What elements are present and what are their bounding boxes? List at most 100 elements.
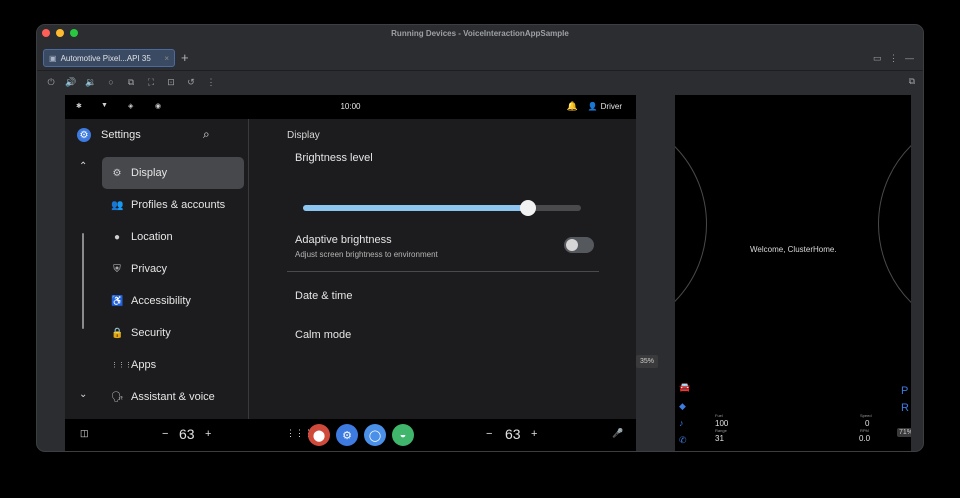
window-title: Running Devices - VoiceInteractionAppSam…: [391, 29, 569, 38]
rotate-icon[interactable]: ↺: [185, 77, 197, 88]
tab-bar: ▣ Automotive Pixel...API 35 × + ▭ ⋮ —: [37, 45, 923, 71]
nav-item-label: Profiles & accounts: [131, 199, 226, 211]
device-icon: ▣: [49, 53, 57, 63]
settings-title: Settings: [101, 129, 141, 141]
rpm-value: 0.0: [859, 434, 871, 443]
screen-zoom-badge: 35%: [636, 355, 658, 368]
shield-user-icon: ⛨: [113, 263, 121, 275]
adaptive-brightness-label: Adaptive brightness: [295, 234, 392, 246]
chevron-down-icon[interactable]: ⌄: [79, 389, 87, 400]
capture-icon[interactable]: ⊡: [165, 77, 177, 88]
device-tab[interactable]: ▣ Automotive Pixel...API 35 ×: [43, 49, 175, 67]
home-icon[interactable]: ○: [105, 77, 117, 87]
user-name: Driver: [600, 102, 622, 111]
split-screen-icon[interactable]: ◫: [80, 428, 89, 439]
left-temp-minus[interactable]: −: [162, 428, 168, 440]
device-screen: ✱ ▼ ◈ ◉ 10:00 🔔 👤 Driver ⚙ Settings ⌕ ⌃ …: [65, 95, 636, 451]
volume-up-icon[interactable]: 🔊: [65, 77, 77, 88]
maps-app-icon[interactable]: ⬤: [308, 424, 330, 446]
date-time-item[interactable]: Date & time: [295, 290, 352, 302]
microphone-icon[interactable]: 🎤: [612, 428, 623, 439]
accessibility-icon: ♿: [111, 295, 124, 307]
volume-down-icon[interactable]: 🔉: [85, 77, 97, 88]
cluster-battery-badge: 71%: [897, 428, 911, 437]
page-title: Display: [287, 130, 320, 141]
people-icon: 👥: [111, 199, 124, 211]
nav-item-label: Assistant & voice: [131, 391, 215, 403]
user-icon: 👤: [587, 102, 598, 111]
settings-app-shortcut-icon[interactable]: ⚙: [336, 424, 358, 446]
brightness-slider-fill: [303, 205, 529, 211]
status-bar: ✱ ▼ ◈ ◉ 10:00 🔔 👤 Driver: [65, 95, 636, 119]
title-bar: Running Devices - VoiceInteractionAppSam…: [37, 25, 923, 43]
device-toolbar: ⏻ 🔊 🔉 ○ ⧉ ⛶ ⊡ ↺ ⋮: [37, 73, 923, 91]
nav-item-privacy[interactable]: ⛨ Privacy: [102, 253, 244, 285]
nav-item-label: Apps: [131, 359, 157, 371]
right-temp-plus[interactable]: +: [531, 428, 537, 440]
adaptive-brightness-toggle[interactable]: [564, 237, 594, 253]
speed-label: Speed: [860, 413, 872, 418]
nav-item-location[interactable]: ● Location: [102, 221, 244, 253]
fuel-label: Fuel: [715, 413, 723, 418]
sidebar-scrollbar[interactable]: [82, 233, 84, 329]
apps-grid-icon: ⋮⋮⋮: [111, 362, 132, 369]
settings-nav: ⚙ Display 👥 Profiles & accounts ● Locati…: [102, 157, 244, 413]
new-tab-button[interactable]: +: [181, 50, 189, 65]
clock: 10:00: [340, 102, 361, 111]
cluster-display: Welcome, ClusterHome. 🚘 ◆ ♪ ✆ Fuel 100 R…: [675, 95, 911, 451]
browser-app-icon[interactable]: ◯: [364, 424, 386, 446]
nav-item-display[interactable]: ⚙ Display: [102, 157, 244, 189]
toggle-knob: [566, 239, 578, 251]
location-pin-icon: ●: [113, 231, 121, 243]
speed-value: 0: [865, 419, 870, 428]
android-app-icon[interactable]: ◒: [392, 424, 414, 446]
screenshot-icon[interactable]: ⛶: [145, 77, 157, 88]
nav-item-label: Security: [131, 327, 171, 339]
notification-bell-icon[interactable]: 🔔: [567, 101, 578, 112]
nav-item-label: Location: [131, 231, 173, 243]
left-temp-plus[interactable]: +: [205, 428, 211, 440]
close-tab-icon[interactable]: ×: [164, 54, 169, 63]
expand-icon[interactable]: ⧉: [909, 76, 915, 87]
nav-item-label: Privacy: [131, 263, 168, 275]
car-icon: 🚘: [679, 382, 691, 392]
fuel-value: 100: [715, 419, 729, 428]
calm-mode-item[interactable]: Calm mode: [295, 329, 351, 341]
gear-icon: ⚙: [112, 167, 122, 179]
range-value: 31: [715, 434, 724, 443]
user-switcher[interactable]: 👤 Driver: [588, 102, 622, 111]
phone-icon: ✆: [679, 435, 687, 445]
gear-reverse: R: [901, 402, 909, 414]
nav-item-apps[interactable]: ⋮⋮⋮ Apps: [102, 349, 244, 381]
left-temperature: 63: [179, 426, 195, 442]
chevron-up-icon[interactable]: ⌃: [79, 161, 87, 172]
car-nav-bar: ◫ − 63 + ⋮⋮⋮ ⬤ ⚙ ◯ ◒ − 63 + 🎤: [65, 419, 636, 451]
toolbar-more-icon[interactable]: ⋮: [205, 77, 217, 88]
navigation-icon: ◆: [679, 401, 686, 411]
brightness-slider[interactable]: [303, 200, 581, 216]
cluster-welcome-text: Welcome, ClusterHome.: [750, 245, 837, 254]
nav-item-security[interactable]: 🔒 Security: [102, 317, 244, 349]
brightness-slider-thumb[interactable]: [520, 200, 537, 216]
display-settings-panel: Display Brightness level Adaptive bright…: [250, 119, 636, 419]
overview-icon[interactable]: ⧉: [125, 77, 137, 88]
range-label: Range: [715, 428, 727, 433]
right-temp-minus[interactable]: −: [486, 428, 492, 440]
right-temperature: 63: [505, 426, 521, 442]
gear-park: P: [901, 385, 909, 397]
settings-sidebar: ⚙ Settings ⌕ ⌃ ⌄ ⚙ Display 👥 Profiles & …: [65, 119, 249, 419]
search-icon[interactable]: ⌕: [203, 127, 210, 142]
layout-icon[interactable]: ▭: [873, 53, 882, 64]
device-tab-label: Automotive Pixel...API 35: [60, 53, 151, 63]
more-options-icon[interactable]: ⋮: [889, 53, 898, 64]
power-icon[interactable]: ⏻: [45, 77, 57, 88]
divider: [287, 271, 599, 272]
lock-icon: 🔒: [111, 327, 124, 339]
settings-app-icon: ⚙: [77, 128, 91, 142]
minimize-panel-icon[interactable]: —: [905, 53, 914, 63]
nav-item-profiles[interactable]: 👥 Profiles & accounts: [102, 189, 244, 221]
nav-item-assistant[interactable]: 🗣 Assistant & voice: [102, 381, 244, 413]
emulator-window: Running Devices - VoiceInteractionAppSam…: [36, 24, 924, 452]
nav-item-accessibility[interactable]: ♿ Accessibility: [102, 285, 244, 317]
assistant-icon: 🗣: [111, 391, 124, 403]
